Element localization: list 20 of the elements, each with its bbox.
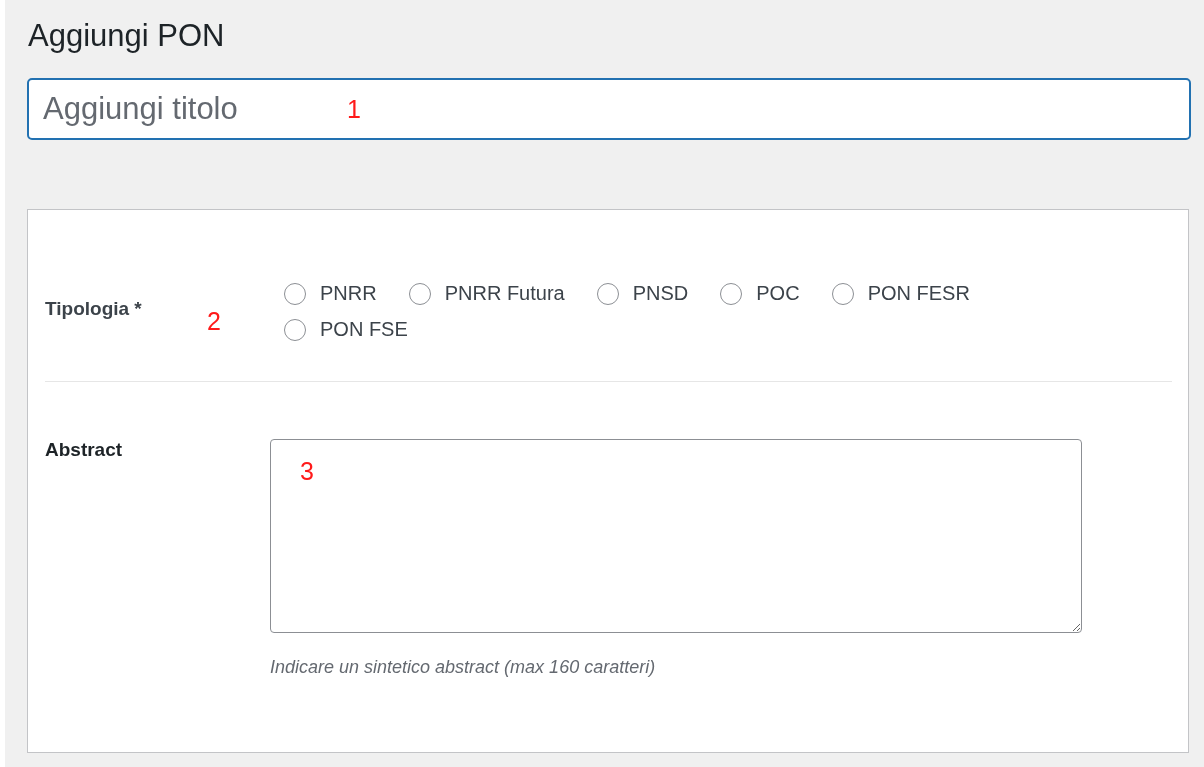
radio-button[interactable] xyxy=(284,318,306,341)
field-label: Abstract xyxy=(45,439,123,460)
annotation-number: 3 xyxy=(300,457,314,486)
radio-button[interactable] xyxy=(720,282,743,305)
abstract-field[interactable] xyxy=(270,439,1082,633)
annotation-number: 1 xyxy=(347,95,361,124)
radio-option[interactable]: PNRR xyxy=(284,282,377,305)
radio-button[interactable] xyxy=(596,282,619,305)
annotation-number: 2 xyxy=(207,306,221,336)
page-title: Aggiungi PON xyxy=(28,17,226,55)
radio-option[interactable]: PNRR Futura xyxy=(408,282,565,305)
field-label: Tipologia * xyxy=(45,297,142,319)
radio-option[interactable]: PNSD xyxy=(596,282,689,305)
radio-option[interactable]: POC xyxy=(720,282,800,305)
radio-button[interactable] xyxy=(831,282,854,305)
radio-option[interactable]: PON FSE xyxy=(284,318,408,341)
radio-button[interactable] xyxy=(284,282,306,305)
radio-option[interactable]: PON FESR xyxy=(831,282,970,305)
field-hint: Indicare un sintetico abstract (max 160 caratteri) xyxy=(270,657,657,678)
radio-button[interactable] xyxy=(408,282,431,305)
